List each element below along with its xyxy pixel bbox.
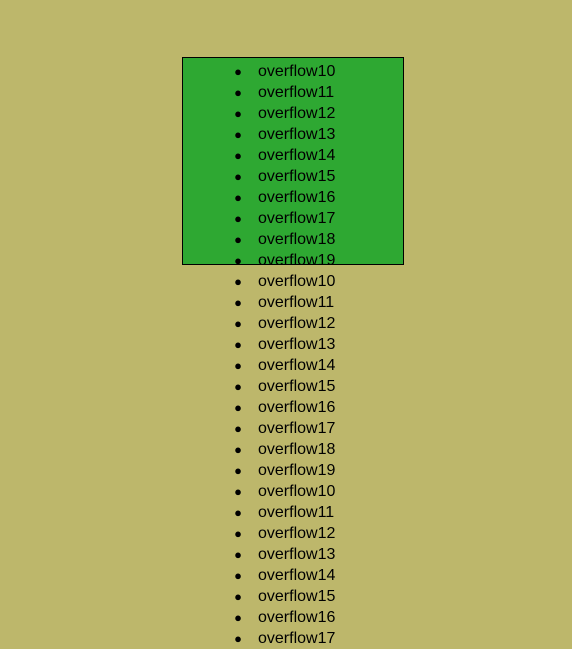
list-item: ● overflow16 bbox=[182, 607, 404, 628]
list-item: ● overflow12 bbox=[182, 313, 404, 334]
bullet-icon: ● bbox=[182, 376, 242, 397]
list-item: ● overflow14 bbox=[182, 565, 404, 586]
list-item-label: overflow10 bbox=[258, 61, 404, 82]
bullet-icon: ● bbox=[182, 292, 242, 313]
bullet-icon: ● bbox=[182, 166, 242, 187]
bullet-icon: ● bbox=[182, 82, 242, 103]
list-item: ● overflow15 bbox=[182, 166, 404, 187]
list-item: ● overflow18 bbox=[182, 229, 404, 250]
list-item: ● overflow15 bbox=[182, 376, 404, 397]
list-item: ● overflow17 bbox=[182, 628, 404, 649]
list-item-label: overflow15 bbox=[258, 166, 404, 187]
list-item-label: overflow12 bbox=[258, 313, 404, 334]
bullet-icon: ● bbox=[182, 460, 242, 481]
list-item-label: overflow14 bbox=[258, 565, 404, 586]
list-item: ● overflow14 bbox=[182, 355, 404, 376]
list-item-label: overflow11 bbox=[258, 502, 404, 523]
bullet-icon: ● bbox=[182, 334, 242, 355]
bullet-icon: ● bbox=[182, 145, 242, 166]
list-item: ● overflow12 bbox=[182, 103, 404, 124]
list-item: ● overflow17 bbox=[182, 208, 404, 229]
list-item-label: overflow15 bbox=[258, 586, 404, 607]
list-item-label: overflow14 bbox=[258, 145, 404, 166]
bullet-icon: ● bbox=[182, 397, 242, 418]
list-item-label: overflow12 bbox=[258, 103, 404, 124]
list-item-label: overflow19 bbox=[258, 460, 404, 481]
list-item-label: overflow12 bbox=[258, 523, 404, 544]
list-item: ● overflow16 bbox=[182, 397, 404, 418]
bullet-icon: ● bbox=[182, 607, 242, 628]
bullet-icon: ● bbox=[182, 544, 242, 565]
list-item-label: overflow16 bbox=[258, 607, 404, 628]
list-item: ● overflow16 bbox=[182, 187, 404, 208]
bullet-icon: ● bbox=[182, 565, 242, 586]
list-item-label: overflow19 bbox=[258, 250, 404, 271]
bullet-icon: ● bbox=[182, 103, 242, 124]
list-item: ● overflow10 bbox=[182, 481, 404, 502]
bullet-icon: ● bbox=[182, 187, 242, 208]
list-item: ● overflow18 bbox=[182, 439, 404, 460]
bullet-icon: ● bbox=[182, 61, 242, 82]
list-item-label: overflow15 bbox=[258, 376, 404, 397]
list-item: ● overflow11 bbox=[182, 292, 404, 313]
list-item-label: overflow10 bbox=[258, 271, 404, 292]
bullet-icon: ● bbox=[182, 586, 242, 607]
bullet-icon: ● bbox=[182, 229, 242, 250]
bullet-icon: ● bbox=[182, 124, 242, 145]
bullet-icon: ● bbox=[182, 523, 242, 544]
overflow-list: ● overflow10 ● overflow11 ● overflow12 ● ove… bbox=[182, 57, 404, 649]
bullet-icon: ● bbox=[182, 271, 242, 292]
bullet-icon: ● bbox=[182, 418, 242, 439]
list-item: ● overflow10 bbox=[182, 61, 404, 82]
bullet-icon: ● bbox=[182, 439, 242, 460]
list-item: ● overflow13 bbox=[182, 124, 404, 145]
list-item-label: overflow13 bbox=[258, 544, 404, 565]
bullet-icon: ● bbox=[182, 355, 242, 376]
list-item-label: overflow17 bbox=[258, 418, 404, 439]
list-item-label: overflow13 bbox=[258, 124, 404, 145]
bullet-icon: ● bbox=[182, 502, 242, 523]
list-item: ● overflow13 bbox=[182, 334, 404, 355]
list-item-label: overflow17 bbox=[258, 628, 404, 649]
bullet-icon: ● bbox=[182, 628, 242, 649]
list-item: ● overflow10 bbox=[182, 271, 404, 292]
bullet-icon: ● bbox=[182, 250, 242, 271]
list-item-label: overflow13 bbox=[258, 334, 404, 355]
bullet-icon: ● bbox=[182, 208, 242, 229]
list-item-label: overflow11 bbox=[258, 292, 404, 313]
list-item: ● overflow12 bbox=[182, 523, 404, 544]
list-item: ● overflow11 bbox=[182, 82, 404, 103]
list-item: ● overflow13 bbox=[182, 544, 404, 565]
list-item-label: overflow18 bbox=[258, 439, 404, 460]
list-item: ● overflow17 bbox=[182, 418, 404, 439]
bullet-icon: ● bbox=[182, 313, 242, 334]
list-item-label: overflow16 bbox=[258, 397, 404, 418]
list-item-label: overflow14 bbox=[258, 355, 404, 376]
list-item: ● overflow11 bbox=[182, 502, 404, 523]
list-item-label: overflow18 bbox=[258, 229, 404, 250]
list-item: ● overflow14 bbox=[182, 145, 404, 166]
bullet-icon: ● bbox=[182, 481, 242, 502]
list-item: ● overflow19 bbox=[182, 250, 404, 271]
list-item-label: overflow17 bbox=[258, 208, 404, 229]
list-item-label: overflow10 bbox=[258, 481, 404, 502]
list-item: ● overflow15 bbox=[182, 586, 404, 607]
list-item-label: overflow16 bbox=[258, 187, 404, 208]
list-item-label: overflow11 bbox=[258, 82, 404, 103]
list-item: ● overflow19 bbox=[182, 460, 404, 481]
